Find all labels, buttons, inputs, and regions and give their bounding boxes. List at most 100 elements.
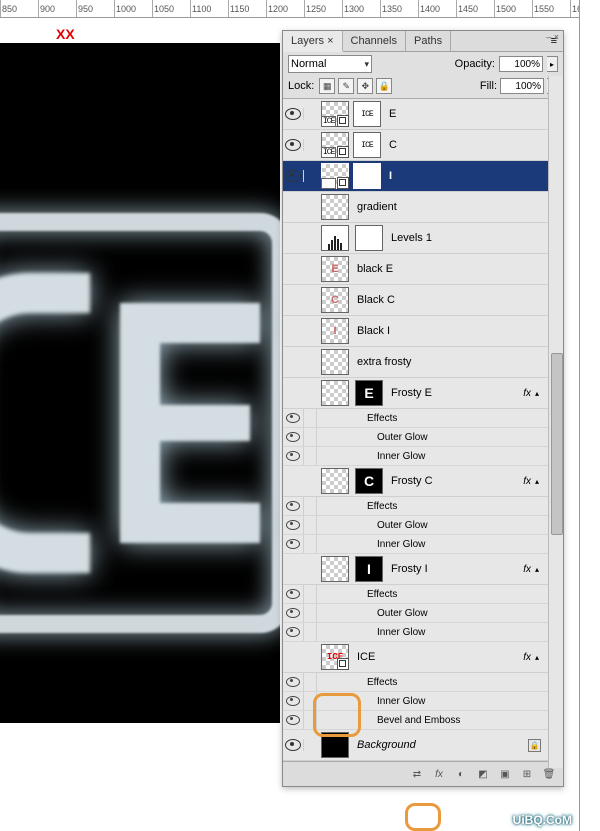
panel-window-controls[interactable]: – ×: [546, 32, 559, 42]
group-icon[interactable]: ▣: [497, 767, 513, 781]
visibility-toggle[interactable]: [283, 108, 304, 120]
layer-name[interactable]: extra frosty: [351, 356, 549, 368]
layer-row-gradient[interactable]: gradient: [283, 192, 549, 223]
layer-name[interactable]: C: [383, 139, 549, 151]
effect-inner-glow[interactable]: Inner Glow: [283, 535, 549, 554]
lock-transparency-icon[interactable]: ▦: [319, 78, 335, 94]
effect-outer-glow[interactable]: Outer Glow: [283, 604, 549, 623]
layer-name[interactable]: black E: [351, 263, 549, 275]
fx-collapse-icon[interactable]: ▴: [535, 477, 549, 486]
visibility-toggle[interactable]: [283, 139, 304, 151]
lock-pixels-icon[interactable]: ✎: [338, 78, 354, 94]
layer-row-frosty-i[interactable]: I Frosty I fx ▴: [283, 554, 549, 585]
eye-icon[interactable]: [286, 715, 300, 725]
layer-thumb[interactable]: E: [321, 256, 349, 282]
eye-icon[interactable]: [286, 451, 300, 461]
fx-icon[interactable]: fx: [431, 767, 447, 781]
layer-name[interactable]: Background: [351, 739, 528, 751]
layer-row-c[interactable]: ICE C: [283, 130, 549, 161]
layer-thumb[interactable]: [321, 349, 349, 375]
layer-thumb[interactable]: [321, 132, 349, 158]
eye-icon[interactable]: [286, 501, 300, 511]
fill-input[interactable]: 100%: [500, 78, 544, 94]
effect-inner-glow[interactable]: Inner Glow: [283, 692, 549, 711]
layer-name[interactable]: Frosty C: [385, 475, 523, 487]
effects-header[interactable]: Effects: [283, 497, 549, 516]
layer-name[interactable]: E: [383, 108, 549, 120]
layer-row-ice[interactable]: ICE ICE fx ▴: [283, 642, 549, 673]
opacity-flyout-icon[interactable]: ▸: [547, 56, 558, 72]
document-canvas[interactable]: [0, 43, 280, 723]
fx-collapse-icon[interactable]: ▴: [535, 653, 549, 662]
effect-inner-glow[interactable]: Inner Glow: [283, 623, 549, 642]
effects-header[interactable]: Effects: [283, 673, 549, 692]
layer-thumb[interactable]: [321, 468, 349, 494]
layer-row-levels[interactable]: Levels 1: [283, 223, 549, 254]
layer-mask-thumb[interactable]: [355, 225, 383, 251]
layer-thumb[interactable]: [321, 380, 349, 406]
layer-row-background[interactable]: Background 🔒: [283, 730, 549, 761]
eye-icon[interactable]: [286, 589, 300, 599]
effects-header[interactable]: Effects: [283, 585, 549, 604]
layer-thumb[interactable]: [321, 101, 349, 127]
tab-layers[interactable]: Layers ×: [283, 31, 343, 52]
layer-mask-thumb[interactable]: ICE: [353, 101, 381, 127]
tab-channels[interactable]: Channels: [343, 31, 406, 51]
tab-paths[interactable]: Paths: [406, 31, 451, 51]
trash-icon[interactable]: 🗑: [541, 767, 557, 781]
eye-icon[interactable]: [286, 413, 300, 423]
eye-icon[interactable]: [286, 627, 300, 637]
scrollbar-thumb[interactable]: [551, 353, 563, 535]
layer-mask-thumb[interactable]: ICE: [353, 163, 381, 189]
new-layer-icon[interactable]: ⊞: [519, 767, 535, 781]
adjustment-layer-icon[interactable]: ◩: [475, 767, 491, 781]
layer-row-black-i[interactable]: I Black I: [283, 316, 549, 347]
layer-row-extra-frosty[interactable]: extra frosty: [283, 347, 549, 378]
lock-all-icon[interactable]: 🔒: [376, 78, 392, 94]
layer-name[interactable]: Black I: [351, 325, 549, 337]
eye-icon[interactable]: [286, 696, 300, 706]
eye-icon[interactable]: [286, 677, 300, 687]
layer-row-e[interactable]: ICE E: [283, 99, 549, 130]
blend-mode-select[interactable]: Normal: [288, 55, 372, 73]
effect-outer-glow[interactable]: Outer Glow: [283, 516, 549, 535]
lock-position-icon[interactable]: ✥: [357, 78, 373, 94]
effect-inner-glow[interactable]: Inner Glow: [283, 447, 549, 466]
layer-name[interactable]: Frosty I: [385, 563, 523, 575]
layers-list[interactable]: ICE E ICE C ICE I gradient: [283, 99, 563, 761]
layer-thumb[interactable]: [321, 163, 349, 189]
opacity-input[interactable]: 100%: [499, 56, 543, 72]
layer-row-black-c[interactable]: C Black C: [283, 285, 549, 316]
layer-name[interactable]: Levels 1: [385, 232, 549, 244]
layer-mask-thumb[interactable]: ICE: [353, 132, 381, 158]
effects-header[interactable]: Effects: [283, 409, 549, 428]
visibility-toggle[interactable]: [283, 739, 304, 751]
effect-bevel[interactable]: Bevel and Emboss: [283, 711, 549, 730]
eye-icon[interactable]: [286, 432, 300, 442]
layer-row-i[interactable]: ICE I: [283, 161, 549, 192]
layer-thumb[interactable]: I: [321, 318, 349, 344]
layer-mask-thumb[interactable]: C: [355, 468, 383, 494]
layer-row-frosty-e[interactable]: E Frosty E fx ▴: [283, 378, 549, 409]
scrollbar[interactable]: [548, 99, 563, 761]
eye-icon[interactable]: [286, 520, 300, 530]
adjustment-thumb[interactable]: [321, 225, 349, 251]
fx-collapse-icon[interactable]: ▴: [535, 565, 549, 574]
eye-icon[interactable]: [286, 539, 300, 549]
layer-thumb[interactable]: [321, 194, 349, 220]
layer-name[interactable]: Black C: [351, 294, 549, 306]
visibility-toggle[interactable]: [283, 170, 304, 182]
layer-name[interactable]: I: [383, 170, 549, 182]
add-mask-icon[interactable]: ◐: [453, 767, 469, 781]
eye-icon[interactable]: [286, 608, 300, 618]
layer-thumb[interactable]: [321, 556, 349, 582]
layer-thumb[interactable]: C: [321, 287, 349, 313]
layer-row-black-e[interactable]: E black E: [283, 254, 549, 285]
layer-name[interactable]: Frosty E: [385, 387, 523, 399]
layer-mask-thumb[interactable]: I: [355, 556, 383, 582]
layer-thumb[interactable]: ICE: [321, 644, 349, 670]
layer-row-frosty-c[interactable]: C Frosty C fx ▴: [283, 466, 549, 497]
fx-collapse-icon[interactable]: ▴: [535, 389, 549, 398]
layer-name[interactable]: ICE: [351, 651, 523, 663]
layer-mask-thumb[interactable]: E: [355, 380, 383, 406]
